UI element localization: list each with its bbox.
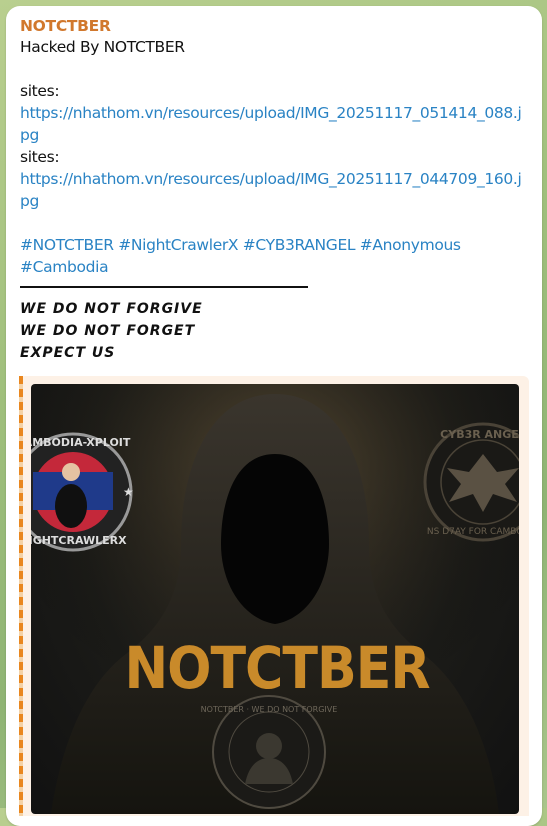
hoodie-text: NOTCTBER <box>124 634 430 702</box>
left-badge-bottom-text: NIGHTCRAWLERX <box>31 534 127 547</box>
left-badge-top-text: CAMBODIA-XPLOIT <box>31 436 131 449</box>
message-bubble: NOTCTBER Hacked By NOTCTBER sites: https… <box>6 6 542 826</box>
hashtags-line-1[interactable]: #NOTCTBER #NightCrawlerX #CYB3RANGEL #An… <box>20 234 528 256</box>
motto-line-3: EXPECT US <box>20 345 116 361</box>
divider-line <box>20 286 308 288</box>
site-link-2[interactable]: https://nhathom.vn/resources/upload/IMG_… <box>20 168 528 212</box>
hood-opening <box>221 454 329 624</box>
emblem-text: NOTCTBER · WE DO NOT FORGIVE <box>201 705 338 714</box>
svg-text:★: ★ <box>123 485 134 499</box>
hooded-figure-image: NOTCTBER CAMBODIA-XPLOIT NIGHTCRAWLERX ★ <box>31 384 519 814</box>
site-link-1[interactable]: https://nhathom.vn/resources/upload/IMG_… <box>20 102 528 146</box>
link-preview[interactable]: NOTCTBER CAMBODIA-XPLOIT NIGHTCRAWLERX ★ <box>19 376 529 816</box>
sender-name[interactable]: NOTCTBER <box>20 16 528 36</box>
right-badge-bottom-text: NS D7AY FOR CAMBODIA <box>427 527 519 537</box>
message-content: NOTCTBER Hacked By NOTCTBER sites: https… <box>6 6 542 816</box>
preview-accent-stripe <box>19 376 23 816</box>
message-headline: Hacked By NOTCTBER <box>20 38 185 56</box>
motto-line-1: WE DO NOT FORGIVE <box>20 301 203 317</box>
preview-image[interactable]: NOTCTBER CAMBODIA-XPLOIT NIGHTCRAWLERX ★ <box>31 384 519 814</box>
motto-line-2: WE DO NOT FORGET <box>20 323 196 339</box>
sites-label-1: sites: <box>20 82 60 100</box>
sites-label-2: sites: <box>20 148 60 166</box>
hashtags-line-2[interactable]: #Cambodia <box>20 256 528 278</box>
right-badge-top-text: CYB3R ANGEL <box>440 428 519 441</box>
